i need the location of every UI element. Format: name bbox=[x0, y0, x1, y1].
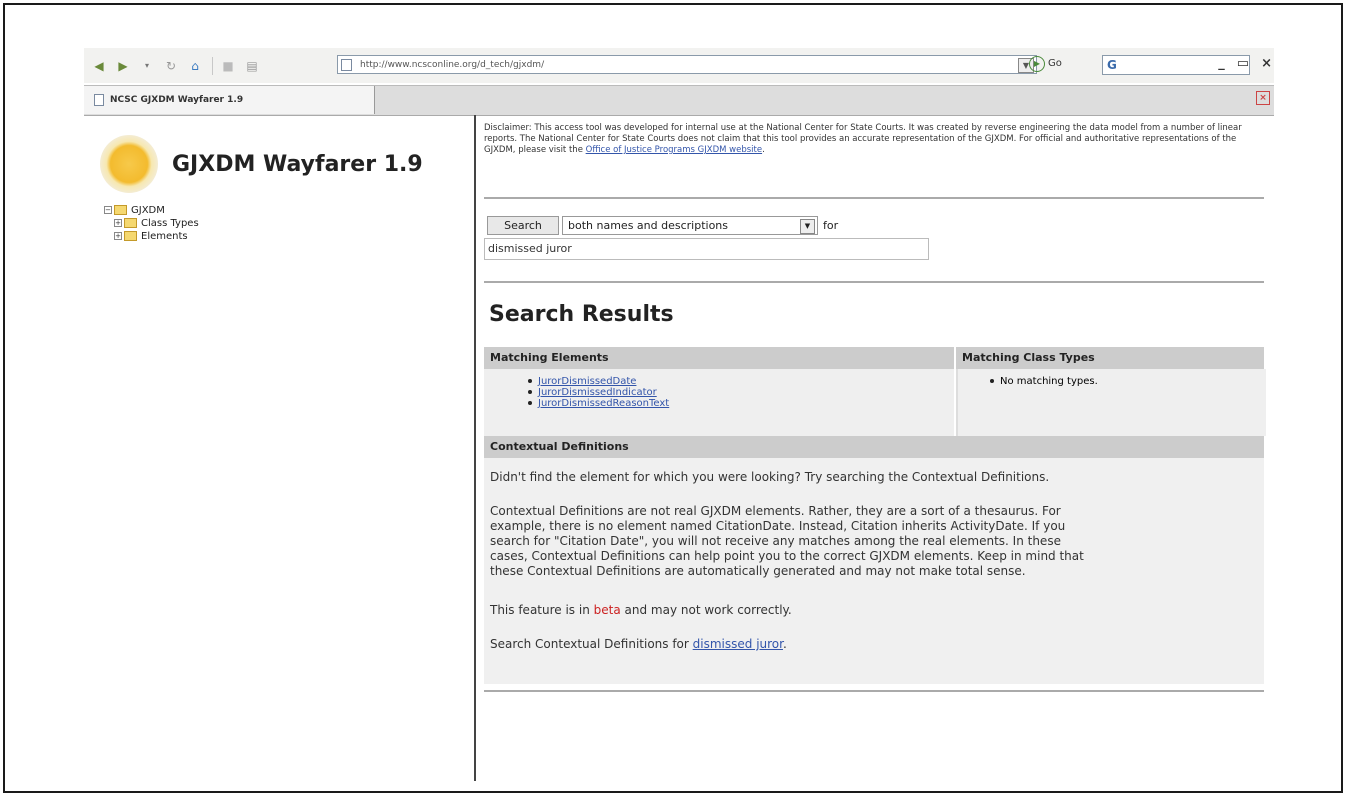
search-scope-value: both names and descriptions bbox=[568, 219, 728, 232]
folder-open-icon bbox=[114, 205, 127, 215]
bookmark-icon[interactable]: ▤ bbox=[243, 57, 261, 75]
matching-class-types-cell: No matching types. bbox=[956, 369, 1266, 436]
element-link[interactable]: JurorDismissedIndicator bbox=[538, 387, 657, 398]
ctx-line: these Contextual Definitions are automat… bbox=[490, 564, 1026, 578]
beta-pre: This feature is in bbox=[490, 603, 594, 617]
for-label: for bbox=[823, 219, 839, 232]
collapse-icon[interactable]: − bbox=[104, 206, 112, 214]
element-list: JurorDismissedDate JurorDismissedIndicat… bbox=[484, 369, 954, 409]
search-scope-select[interactable]: both names and descriptions ▼ bbox=[562, 216, 818, 235]
beta-word: beta bbox=[593, 603, 621, 617]
ctx-search-line: Search Contextual Definitions for dismis… bbox=[490, 637, 1260, 652]
address-url: http://www.ncsconline.org/d_tech/gjxdm/ bbox=[360, 60, 545, 70]
search-button[interactable]: Search bbox=[487, 216, 559, 235]
disclaimer: Disclaimer: This access tool was develop… bbox=[484, 123, 1264, 156]
browser-toolbar: ◀ ▶ ▾ ↻ ⌂ ■ ▤ http://www.ncsconline.org/… bbox=[84, 48, 1274, 83]
minimize-icon[interactable]: _ bbox=[1218, 56, 1225, 71]
divider bbox=[484, 197, 1264, 199]
window-controls: _ ▭ × bbox=[1218, 56, 1274, 71]
expand-icon[interactable]: + bbox=[114, 232, 122, 240]
toolbar-divider bbox=[212, 56, 213, 75]
folder-icon bbox=[124, 231, 137, 241]
expand-icon[interactable]: + bbox=[114, 219, 122, 227]
tab-active[interactable]: NCSC GJXDM Wayfarer 1.9 bbox=[84, 86, 375, 114]
folder-icon bbox=[124, 218, 137, 228]
tree-label[interactable]: Elements bbox=[141, 231, 188, 242]
dropdown-icon[interactable]: ▾ bbox=[138, 57, 156, 75]
element-link[interactable]: JurorDismissedReasonText bbox=[538, 398, 669, 409]
list-item: JurorDismissedDate bbox=[528, 376, 954, 387]
matching-elements-header: Matching Elements bbox=[484, 347, 954, 369]
tree-view: − GJXDM + Class Types + Elements bbox=[104, 204, 199, 243]
history-icon[interactable]: ↻ bbox=[162, 57, 180, 75]
search-input[interactable]: dismissed juror bbox=[484, 238, 929, 260]
ctx-beta-note: This feature is in beta and may not work… bbox=[490, 603, 1260, 618]
tab-page-icon bbox=[94, 94, 104, 106]
disclaimer-end: . bbox=[762, 145, 765, 155]
ctx-line: cases, Contextual Definitions can help p… bbox=[490, 549, 1084, 563]
wayfarer-logo bbox=[100, 135, 158, 193]
list-item: JurorDismissedReasonText bbox=[528, 398, 954, 409]
go-button[interactable]: ▶ Go bbox=[1029, 56, 1062, 72]
left-panel: GJXDM Wayfarer 1.9 − GJXDM + Class Types… bbox=[84, 115, 476, 781]
list-item: No matching types. bbox=[990, 376, 1266, 387]
ctx-search-link[interactable]: dismissed juror bbox=[693, 637, 783, 651]
ojp-gjxdm-link[interactable]: Office of Justice Programs GJXDM website bbox=[586, 145, 762, 155]
tree-node-class-types[interactable]: + Class Types bbox=[104, 217, 199, 229]
beta-post: and may not work correctly. bbox=[620, 603, 792, 617]
stop-icon[interactable]: ■ bbox=[219, 57, 237, 75]
ctx-line: Contextual Definitions are not real GJXD… bbox=[490, 504, 1061, 518]
tab-close-icon[interactable]: × bbox=[1256, 91, 1270, 105]
results-title: Search Results bbox=[489, 302, 674, 327]
class-type-list: No matching types. bbox=[958, 369, 1266, 387]
ctx-search-pre: Search Contextual Definitions for bbox=[490, 637, 693, 651]
tree-node-elements[interactable]: + Elements bbox=[104, 230, 199, 242]
bullet-icon bbox=[528, 401, 532, 405]
contextual-definitions-body: Didn't find the element for which you we… bbox=[484, 458, 1264, 684]
address-bar[interactable]: http://www.ncsconline.org/d_tech/gjxdm/ … bbox=[337, 55, 1037, 74]
ctx-line: example, there is no element named Citat… bbox=[490, 519, 1066, 533]
tab-bar: NCSC GJXDM Wayfarer 1.9 × bbox=[84, 85, 1274, 116]
matching-elements-cell: JurorDismissedDate JurorDismissedIndicat… bbox=[484, 369, 954, 436]
bullet-icon bbox=[528, 390, 532, 394]
ctx-search-post: . bbox=[782, 637, 787, 651]
app-title: GJXDM Wayfarer 1.9 bbox=[172, 152, 423, 177]
divider bbox=[484, 281, 1264, 283]
close-icon[interactable]: × bbox=[1261, 56, 1272, 71]
no-types-text: No matching types. bbox=[1000, 376, 1098, 387]
tree-label[interactable]: Class Types bbox=[141, 218, 199, 229]
home-icon[interactable]: ⌂ bbox=[186, 57, 204, 75]
go-icon: ▶ bbox=[1029, 56, 1045, 72]
contextual-definitions-header: Contextual Definitions bbox=[484, 436, 1264, 458]
tree-label[interactable]: GJXDM bbox=[131, 205, 165, 216]
matching-class-types-header: Matching Class Types bbox=[956, 347, 1264, 369]
bullet-icon bbox=[990, 379, 994, 383]
back-icon[interactable]: ◀ bbox=[90, 57, 108, 75]
tab-title: NCSC GJXDM Wayfarer 1.9 bbox=[110, 95, 244, 105]
element-link[interactable]: JurorDismissedDate bbox=[538, 376, 636, 387]
ctx-explanation: Contextual Definitions are not real GJXD… bbox=[490, 504, 1260, 579]
bullet-icon bbox=[528, 379, 532, 383]
tree-node-gjxdm[interactable]: − GJXDM bbox=[104, 204, 199, 216]
ctx-intro: Didn't find the element for which you we… bbox=[490, 470, 1050, 484]
forward-icon[interactable]: ▶ bbox=[114, 57, 132, 75]
restore-icon[interactable]: ▭ bbox=[1237, 56, 1249, 71]
list-item: JurorDismissedIndicator bbox=[528, 387, 954, 398]
chevron-down-icon[interactable]: ▼ bbox=[800, 219, 815, 234]
ctx-line: search for "Citation Date", you will not… bbox=[490, 534, 1061, 548]
go-label: Go bbox=[1048, 58, 1062, 69]
divider bbox=[484, 690, 1264, 692]
page-icon bbox=[341, 59, 352, 71]
